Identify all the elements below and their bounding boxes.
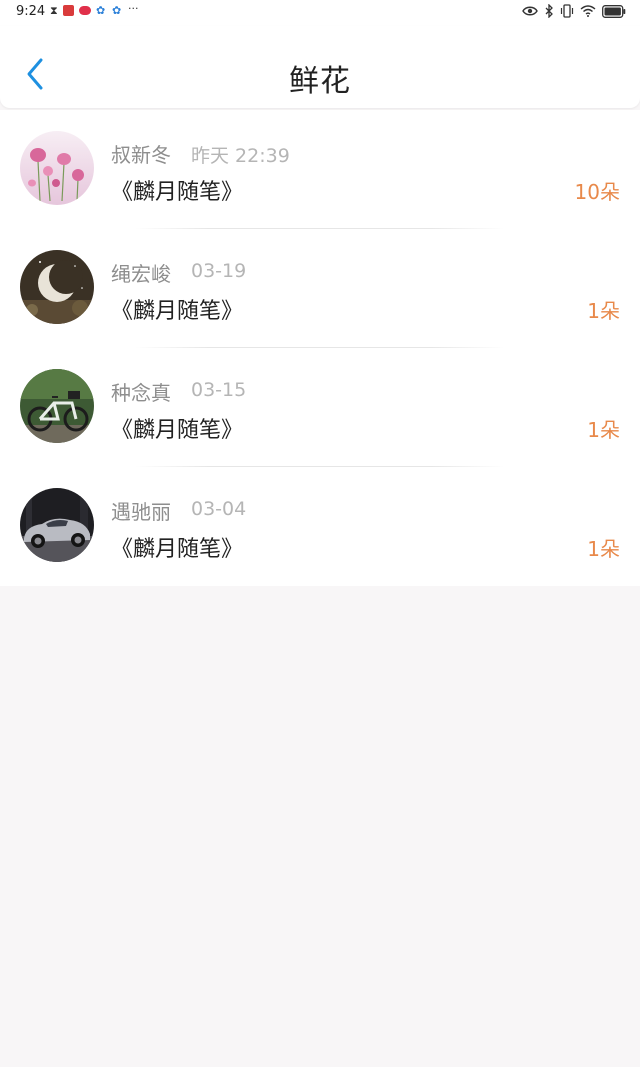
list-item[interactable]: 种念真 03-15 《麟月随笔》 1朵 [0,348,640,467]
paw-icon-2: ✿ [112,4,122,17]
flower-record-list: 叔新冬 昨天 22:39 《麟月随笔》 10朵 绳宏峻 03-19 《麟月随笔》… [0,110,640,586]
notification-icons: ⧗ ✿ ✿ ··· [50,2,139,17]
avatar [20,488,94,562]
list-item[interactable]: 绳宏峻 03-19 《麟月随笔》 1朵 [0,229,640,348]
paw-icon: ✿ [96,4,106,17]
hourglass-icon: ⧗ [50,4,58,17]
flower-count: 1朵 [587,299,620,323]
send-date: 03-19 [191,260,247,282]
eye-icon [522,6,538,16]
send-date: 昨天 22:39 [191,145,290,167]
sender-name: 种念真 [111,381,171,405]
avatar [20,131,94,205]
list-item[interactable]: 遇驰丽 03-04 《麟月随笔》 1朵 [0,467,640,586]
status-time: 9:24 [16,4,46,19]
avatar [20,369,94,443]
bluetooth-icon [545,4,553,18]
book-title: 《麟月随笔》 [111,299,244,324]
flower-count: 1朵 [587,418,620,442]
book-title: 《麟月随笔》 [111,180,244,205]
vibrate-icon [560,4,574,18]
avatar [20,250,94,324]
list-item[interactable]: 叔新冬 昨天 22:39 《麟月随笔》 10朵 [0,110,640,229]
send-date: 03-15 [191,379,247,401]
flower-count: 10朵 [574,180,620,204]
video-app-icon [79,6,91,15]
send-date: 03-04 [191,498,247,520]
wifi-icon [580,5,596,17]
book-title: 《麟月随笔》 [111,537,244,562]
status-bar: 9:24 ⧗ ✿ ✿ ··· [0,0,640,26]
app-notification-icon [63,5,74,16]
app-header: 鲜花 [0,26,640,108]
battery-icon [602,4,626,18]
flower-count: 1朵 [587,537,620,561]
sender-name: 遇驰丽 [111,500,171,524]
sender-name: 绳宏峻 [111,262,171,286]
system-icons [522,4,626,18]
sender-name: 叔新冬 [111,143,171,167]
more-notifications-icon: ··· [128,2,139,15]
page-title: 鲜花 [289,64,351,99]
book-title: 《麟月随笔》 [111,418,244,443]
